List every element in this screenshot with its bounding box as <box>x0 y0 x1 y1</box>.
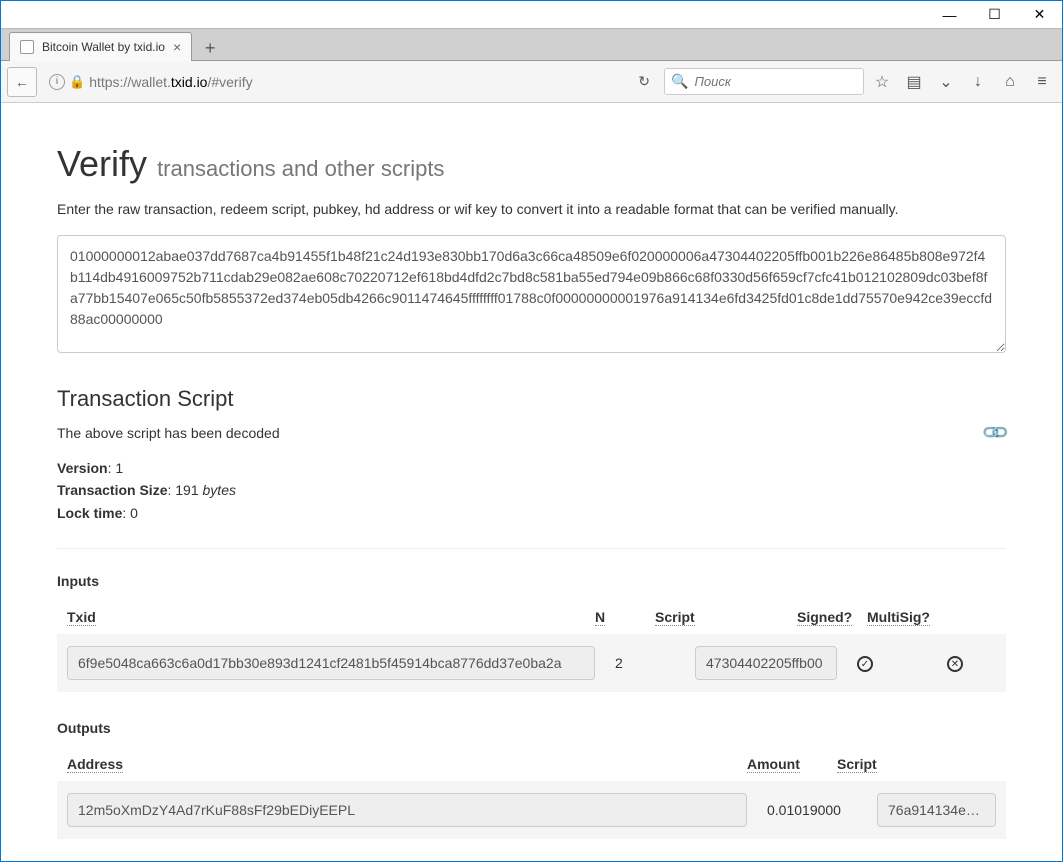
pocket-icon[interactable]: ⌄ <box>932 68 960 96</box>
outputs-heading: Outputs <box>57 720 1006 736</box>
window-close-button[interactable]: ✕ <box>1017 1 1062 29</box>
inputs-heading: Inputs <box>57 573 1006 589</box>
library-icon[interactable]: ▤ <box>900 68 928 96</box>
search-box[interactable]: 🔍 <box>664 68 864 95</box>
decoded-message: The above script has been decoded <box>57 425 280 441</box>
url-prefix: https://wallet. <box>89 74 171 90</box>
tab-close-icon[interactable]: × <box>173 39 181 55</box>
tab-strip: Bitcoin Wallet by txid.io × + <box>1 29 1062 61</box>
input-txid-field[interactable] <box>67 646 595 680</box>
size-value: 191 <box>175 482 198 498</box>
th-oscript: Script <box>837 756 877 773</box>
th-multisig: MultiSig? <box>867 609 930 626</box>
output-amount-value: 0.01019000 <box>767 802 857 818</box>
new-tab-button[interactable]: + <box>196 36 224 60</box>
decoded-row: The above script has been decoded 🔗 <box>57 422 1006 443</box>
th-signed: Signed? <box>797 609 852 626</box>
url-domain: txid.io <box>171 74 208 90</box>
title-sub: transactions and other scripts <box>157 156 444 181</box>
input-n-value: 2 <box>615 655 675 671</box>
page-title: Verify transactions and other scripts <box>57 143 444 184</box>
tx-meta: Version: 1 Transaction Size: 191 bytes L… <box>57 457 1006 524</box>
window-minimize-button[interactable]: — <box>927 1 972 29</box>
th-amount: Amount <box>747 756 800 773</box>
search-icon: 🔍 <box>671 73 688 90</box>
version-label: Version <box>57 460 108 476</box>
bookmark-star-icon[interactable]: ☆ <box>868 68 896 96</box>
link-icon[interactable]: 🔗 <box>979 417 1010 448</box>
title-main: Verify <box>57 143 147 184</box>
th-n: N <box>595 609 605 626</box>
tab-favicon <box>20 40 34 54</box>
content-scroll[interactable]: Verify transactions and other scripts En… <box>1 103 1062 862</box>
input-script-field[interactable] <box>695 646 837 680</box>
locktime-label: Lock time <box>57 505 122 521</box>
home-icon[interactable]: ⌂ <box>996 68 1024 96</box>
tab-title: Bitcoin Wallet by txid.io <box>42 40 165 54</box>
size-label: Transaction Size <box>57 482 167 498</box>
page-description: Enter the raw transaction, redeem script… <box>57 201 1006 217</box>
inputs-row: 2 ✓ ✕ <box>57 634 1006 692</box>
raw-input-textarea[interactable] <box>57 235 1006 353</box>
reload-icon[interactable]: ↻ <box>632 73 656 90</box>
window-maximize-button[interactable]: ☐ <box>972 1 1017 29</box>
th-script: Script <box>655 609 695 626</box>
locktime-value: 0 <box>130 505 138 521</box>
search-input[interactable] <box>694 74 857 89</box>
outputs-table: Address Amount Script 0.01019000 <box>57 748 1006 839</box>
url-text: https://wallet.txid.io/#verify <box>89 74 252 90</box>
browser-tab[interactable]: Bitcoin Wallet by txid.io × <box>9 32 192 61</box>
tx-script-header: Transaction Script <box>57 386 1006 412</box>
th-address: Address <box>67 756 123 773</box>
back-button[interactable]: ← <box>7 67 37 97</box>
output-script-field[interactable] <box>877 793 996 827</box>
window-titlebar: — ☐ ✕ <box>1 1 1062 29</box>
page-content: Verify transactions and other scripts En… <box>1 103 1062 862</box>
signed-check-icon: ✓ <box>857 656 873 672</box>
menu-icon[interactable]: ≡ <box>1028 68 1056 96</box>
size-unit: bytes <box>203 482 236 498</box>
outputs-row: 0.01019000 <box>57 781 1006 839</box>
inputs-header-row: Txid N Script Signed? MultiSig? <box>57 601 1006 634</box>
browser-window: — ☐ ✕ Bitcoin Wallet by txid.io × + ← i … <box>0 0 1063 862</box>
th-txid: Txid <box>67 609 96 626</box>
inputs-table: Txid N Script Signed? MultiSig? 2 ✓ ✕ <box>57 601 1006 692</box>
lock-icon: 🔒 <box>69 74 85 90</box>
outputs-header-row: Address Amount Script <box>57 748 1006 781</box>
output-address-field[interactable] <box>67 793 747 827</box>
multisig-cross-icon: ✕ <box>947 656 963 672</box>
url-box[interactable]: i 🔒 https://wallet.txid.io/#verify ↻ <box>41 71 660 92</box>
downloads-icon[interactable]: ↓ <box>964 68 992 96</box>
divider <box>57 548 1006 549</box>
browser-toolbar: ← i 🔒 https://wallet.txid.io/#verify ↻ 🔍… <box>1 61 1062 103</box>
version-value: 1 <box>115 460 123 476</box>
url-suffix: /#verify <box>207 74 252 90</box>
site-identity[interactable]: i 🔒 <box>49 74 85 90</box>
info-icon: i <box>49 74 65 90</box>
